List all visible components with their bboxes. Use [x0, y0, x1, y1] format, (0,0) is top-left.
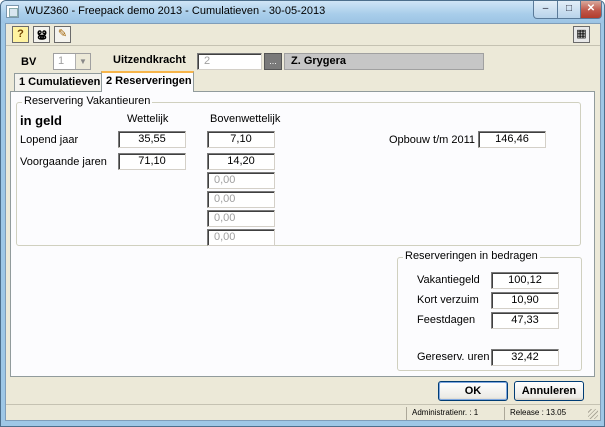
application-window: WUZ360 - Freepack demo 2013 - Cumulatiev… [0, 0, 605, 427]
in-geld-heading: in geld [20, 113, 62, 128]
title-bar[interactable]: WUZ360 - Freepack demo 2013 - Cumulatiev… [1, 1, 604, 23]
reserveringen-tab-page: Reservering Vakantieuren in geld Wetteli… [10, 91, 595, 377]
kort-verzuim-label: Kort verzuim [417, 294, 479, 306]
status-bar: Administratienr. : 1 Release : 13.05 [6, 404, 600, 421]
opbouw-label: Opbouw t/m 2011 [389, 134, 476, 146]
opbouw-field[interactable]: 146,46 [478, 131, 546, 148]
wettelijk-header: Wettelijk [127, 113, 169, 125]
resize-grip-icon[interactable] [588, 409, 598, 419]
lopend-jaar-bovenwettelijk-field[interactable]: 7,10 [207, 131, 275, 148]
binoculars-icon[interactable]: ൠ [33, 26, 50, 43]
bv-value: 1 [58, 55, 65, 67]
bovenwettelijk-header: Bovenwettelijk [210, 113, 281, 125]
tab-reserveringen[interactable]: 2 Reserveringen [101, 71, 194, 92]
employee-name-field: Z. Grygera [284, 53, 484, 70]
bovenwettelijk-extra-field: 0,00 [207, 229, 275, 246]
kort-verzuim-field[interactable]: 10,90 [491, 292, 559, 309]
minimize-button[interactable]: – [533, 1, 558, 19]
gereserv-uren-label: Gereserv. uren [417, 351, 490, 363]
bv-combobox[interactable]: 1 ▼ [53, 53, 91, 70]
toolbar: ? ൠ ✎ ▦ [6, 24, 600, 46]
close-button[interactable]: ✕ [580, 1, 602, 19]
ok-button[interactable]: OK [438, 381, 508, 401]
tab-cumulatieven[interactable]: 1 Cumulatieven [14, 73, 102, 91]
app-icon [6, 5, 19, 18]
calculator-icon[interactable]: ▦ [573, 26, 590, 43]
gereserv-uren-field[interactable]: 32,42 [491, 349, 559, 366]
edit-icon[interactable]: ✎ [54, 26, 71, 43]
feestdagen-label: Feestdagen [417, 314, 476, 326]
maximize-button[interactable]: □ [557, 1, 581, 19]
bovenwettelijk-extra-field: 0,00 [207, 210, 275, 227]
bv-label: BV [21, 56, 37, 68]
chevron-down-icon[interactable]: ▼ [75, 54, 90, 69]
uitzendkracht-field[interactable]: 2 [197, 53, 262, 70]
help-icon[interactable]: ? [12, 26, 29, 43]
uitzendkracht-label: Uitzendkracht [113, 54, 186, 66]
status-administratie: Administratienr. : 1 [406, 407, 504, 420]
vakantiegeld-label: Vakantiegeld [417, 274, 480, 286]
lopend-jaar-label: Lopend jaar [20, 134, 79, 146]
status-release: Release : 13.05 [504, 407, 588, 420]
vakantiegeld-field[interactable]: 100,12 [491, 272, 559, 289]
lopend-jaar-wettelijk-field[interactable]: 35,55 [118, 131, 186, 148]
bovenwettelijk-extra-field: 0,00 [207, 172, 275, 189]
reserveringen-bedragen-group: Reserveringen in bedragen Vakantiegeld 1… [397, 250, 582, 371]
reservering-vakantieuren-group: Reservering Vakantieuren in geld Wetteli… [16, 95, 581, 246]
group-title-bedragen: Reserveringen in bedragen [403, 250, 540, 262]
voorgaande-jaren-label: Voorgaande jaren [20, 156, 107, 168]
voorgaande-jaren-wettelijk-field[interactable]: 71,10 [118, 153, 186, 170]
dialog-client-area: ? ൠ ✎ ▦ BV 1 ▼ Uitzendkracht 2 ... Z. Gr… [5, 23, 601, 421]
feestdagen-field[interactable]: 47,33 [491, 312, 559, 329]
lookup-button[interactable]: ... [264, 53, 282, 70]
voorgaande-jaren-bovenwettelijk-field[interactable]: 14,20 [207, 153, 275, 170]
group-title-vakantieuren: Reservering Vakantieuren [22, 95, 153, 107]
annuleren-button[interactable]: Annuleren [514, 381, 584, 401]
bovenwettelijk-extra-field: 0,00 [207, 191, 275, 208]
window-title: WUZ360 - Freepack demo 2013 - Cumulatiev… [25, 5, 326, 17]
